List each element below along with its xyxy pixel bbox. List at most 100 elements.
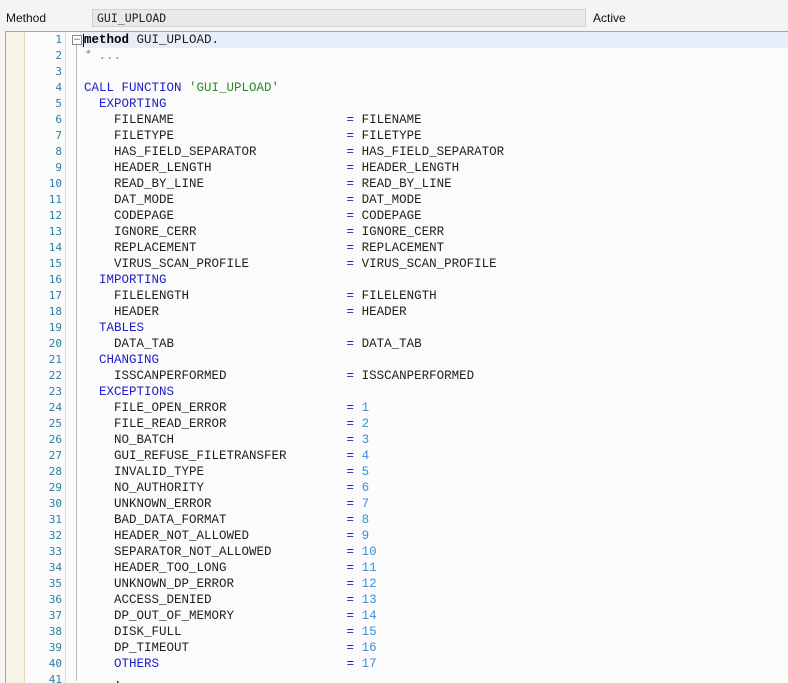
code-text[interactable]: DP_OUT_OF_MEMORY = 14	[84, 608, 377, 624]
code-line[interactable]: 32 HEADER_NOT_ALLOWED = 9	[6, 528, 788, 544]
line-highlight	[80, 320, 788, 336]
code-line[interactable]: 25 FILE_READ_ERROR = 2	[6, 416, 788, 432]
code-text[interactable]: FILENAME = FILENAME	[84, 112, 422, 128]
code-text[interactable]: HEADER_LENGTH = HEADER_LENGTH	[84, 160, 459, 176]
code-text[interactable]: FILE_OPEN_ERROR = 1	[84, 400, 369, 416]
code-text[interactable]: UNKNOWN_ERROR = 7	[84, 496, 369, 512]
code-text[interactable]: BAD_DATA_FORMAT = 8	[84, 512, 369, 528]
code-text[interactable]: REPLACEMENT = REPLACEMENT	[84, 240, 444, 256]
code-line[interactable]: 24 FILE_OPEN_ERROR = 1	[6, 400, 788, 416]
code-text[interactable]: method GUI_UPLOAD.	[84, 32, 219, 48]
code-line[interactable]: 2 * ...	[6, 48, 788, 64]
code-line[interactable]: 41 .	[6, 672, 788, 683]
code-line[interactable]: 28 INVALID_TYPE = 5	[6, 464, 788, 480]
code-text[interactable]: READ_BY_LINE = READ_BY_LINE	[84, 176, 452, 192]
code-line[interactable]: 30 UNKNOWN_ERROR = 7	[6, 496, 788, 512]
code-line[interactable]: 10 READ_BY_LINE = READ_BY_LINE	[6, 176, 788, 192]
code-line[interactable]: 37 DP_OUT_OF_MEMORY = 14	[6, 608, 788, 624]
code-text[interactable]: CALL FUNCTION 'GUI_UPLOAD'	[84, 80, 279, 96]
code-line[interactable]: 22 ISSCANPERFORMED = ISSCANPERFORMED	[6, 368, 788, 384]
code-text[interactable]: DATA_TAB = DATA_TAB	[84, 336, 422, 352]
code-text[interactable]: HEADER_NOT_ALLOWED = 9	[84, 528, 369, 544]
code-line[interactable]: 15 VIRUS_SCAN_PROFILE = VIRUS_SCAN_PROFI…	[6, 256, 788, 272]
code-line[interactable]: 11 DAT_MODE = DAT_MODE	[6, 192, 788, 208]
code-line[interactable]: 38 DISK_FULL = 15	[6, 624, 788, 640]
line-highlight	[80, 272, 788, 288]
line-number: 23	[48, 385, 62, 398]
line-number: 38	[48, 625, 62, 638]
code-text[interactable]: CODEPAGE = CODEPAGE	[84, 208, 422, 224]
code-text[interactable]: FILELENGTH = FILELENGTH	[84, 288, 437, 304]
code-line[interactable]: 12 CODEPAGE = CODEPAGE	[6, 208, 788, 224]
code-line[interactable]: 27 GUI_REFUSE_FILETRANSFER = 4	[6, 448, 788, 464]
line-number: 3	[55, 65, 62, 78]
code-line[interactable]: 7 FILETYPE = FILETYPE	[6, 128, 788, 144]
code-line[interactable]: 19 TABLES	[6, 320, 788, 336]
code-line[interactable]: 5 EXPORTING	[6, 96, 788, 112]
code-line[interactable]: 3	[6, 64, 788, 80]
line-number: 30	[48, 497, 62, 510]
code-line[interactable]: 13 IGNORE_CERR = IGNORE_CERR	[6, 224, 788, 240]
code-line[interactable]: 34 HEADER_TOO_LONG = 11	[6, 560, 788, 576]
collapse-icon[interactable]: −	[72, 35, 82, 45]
code-line[interactable]: 26 NO_BATCH = 3	[6, 432, 788, 448]
code-text[interactable]: IMPORTING	[84, 272, 167, 288]
code-line[interactable]: 33 SEPARATOR_NOT_ALLOWED = 10	[6, 544, 788, 560]
code-text[interactable]: GUI_REFUSE_FILETRANSFER = 4	[84, 448, 369, 464]
code-text[interactable]: OTHERS = 17	[84, 656, 377, 672]
code-line[interactable]: 35 UNKNOWN_DP_ERROR = 12	[6, 576, 788, 592]
code-text[interactable]: NO_BATCH = 3	[84, 432, 369, 448]
code-line[interactable]: 14 REPLACEMENT = REPLACEMENT	[6, 240, 788, 256]
code-line[interactable]: 40 OTHERS = 17	[6, 656, 788, 672]
code-text[interactable]: UNKNOWN_DP_ERROR = 12	[84, 576, 377, 592]
line-number: 29	[48, 481, 62, 494]
code-line[interactable]: 16 IMPORTING	[6, 272, 788, 288]
code-text[interactable]: * ...	[84, 48, 122, 64]
code-text[interactable]: .	[84, 672, 122, 683]
code-line[interactable]: 17 FILELENGTH = FILELENGTH	[6, 288, 788, 304]
line-number: 27	[48, 449, 62, 462]
code-text[interactable]: IGNORE_CERR = IGNORE_CERR	[84, 224, 444, 240]
code-line[interactable]: 1 method GUI_UPLOAD.	[6, 32, 788, 48]
code-text[interactable]: DISK_FULL = 15	[84, 624, 377, 640]
code-text[interactable]: ISSCANPERFORMED = ISSCANPERFORMED	[84, 368, 474, 384]
code-line[interactable]: 6 FILENAME = FILENAME	[6, 112, 788, 128]
line-number: 31	[48, 513, 62, 526]
code-text[interactable]: INVALID_TYPE = 5	[84, 464, 369, 480]
code-text[interactable]: SEPARATOR_NOT_ALLOWED = 10	[84, 544, 377, 560]
line-number: 15	[48, 257, 62, 270]
code-line[interactable]: 8 HAS_FIELD_SEPARATOR = HAS_FIELD_SEPARA…	[6, 144, 788, 160]
code-line[interactable]: 20 DATA_TAB = DATA_TAB	[6, 336, 788, 352]
code-text[interactable]: FILETYPE = FILETYPE	[84, 128, 422, 144]
line-number: 5	[55, 97, 62, 110]
code-text[interactable]: NO_AUTHORITY = 6	[84, 480, 369, 496]
line-number: 37	[48, 609, 62, 622]
code-line[interactable]: 18 HEADER = HEADER	[6, 304, 788, 320]
method-name-field[interactable]: GUI_UPLOAD	[92, 9, 586, 27]
code-line[interactable]: 29 NO_AUTHORITY = 6	[6, 480, 788, 496]
code-line[interactable]: 39 DP_TIMEOUT = 16	[6, 640, 788, 656]
code-text[interactable]: VIRUS_SCAN_PROFILE = VIRUS_SCAN_PROFILE	[84, 256, 497, 272]
line-number: 41	[48, 673, 62, 683]
code-text[interactable]: DAT_MODE = DAT_MODE	[84, 192, 422, 208]
code-text[interactable]: EXCEPTIONS	[84, 384, 174, 400]
code-text[interactable]: TABLES	[84, 320, 144, 336]
code-line[interactable]: 36 ACCESS_DENIED = 13	[6, 592, 788, 608]
line-number: 11	[48, 193, 62, 206]
code-text[interactable]: HAS_FIELD_SEPARATOR = HAS_FIELD_SEPARATO…	[84, 144, 504, 160]
code-line[interactable]: 21 CHANGING	[6, 352, 788, 368]
code-line[interactable]: 23 EXCEPTIONS	[6, 384, 788, 400]
code-text[interactable]: HEADER_TOO_LONG = 11	[84, 560, 377, 576]
code-text[interactable]: ACCESS_DENIED = 13	[84, 592, 377, 608]
code-text[interactable]: FILE_READ_ERROR = 2	[84, 416, 369, 432]
text-caret	[83, 34, 84, 47]
code-editor[interactable]: 1 method GUI_UPLOAD. 2 * ... 3 4 CALL FUNCTION…	[5, 31, 788, 683]
code-text[interactable]: CHANGING	[84, 352, 159, 368]
code-text[interactable]: HEADER = HEADER	[84, 304, 407, 320]
code-line[interactable]: 4 CALL FUNCTION 'GUI_UPLOAD'	[6, 80, 788, 96]
code-line[interactable]: 31 BAD_DATA_FORMAT = 8	[6, 512, 788, 528]
code-text[interactable]: DP_TIMEOUT = 16	[84, 640, 377, 656]
code-line[interactable]: 9 HEADER_LENGTH = HEADER_LENGTH	[6, 160, 788, 176]
code-text[interactable]: EXPORTING	[84, 96, 167, 112]
line-number: 28	[48, 465, 62, 478]
